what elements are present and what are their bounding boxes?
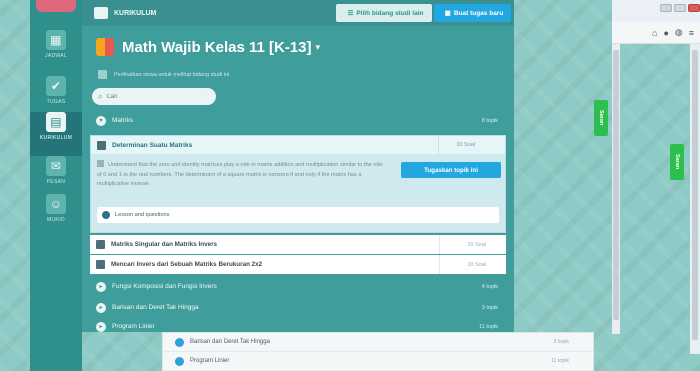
topic-count: 11 topik <box>479 323 498 330</box>
chevron-down-icon[interactable]: ▾ <box>316 42 321 53</box>
topic-label: Fungsi Komposisi dan Fungsi Invers <box>112 283 217 290</box>
document-icon <box>97 140 106 150</box>
scrollbar-thumb[interactable] <box>692 50 698 340</box>
app-logo[interactable] <box>36 0 76 12</box>
show-students-checkbox[interactable] <box>98 70 107 79</box>
subtopic-count: 10 Soal <box>467 261 486 268</box>
course-header: Math Wajib Kelas 11 [K-13] ▾ <box>96 38 320 56</box>
show-students-option: Perlihatkan siswa untuk melihat bidang s… <box>98 70 229 79</box>
top-bar: KURIKULUM ☰ Pilih bidang studi lain ▣ Bu… <box>82 0 514 26</box>
chat-icon: ✉ <box>46 156 66 176</box>
play-icon <box>102 211 110 219</box>
search-box: ⌕ <box>92 88 216 105</box>
sidebar-item-label: JADWAL <box>45 53 67 59</box>
subtopic-header[interactable]: Determinan Suatu Matriks 10 Soal <box>91 136 505 154</box>
menu-icon[interactable]: ≡ <box>689 28 694 38</box>
course-icon <box>96 38 114 56</box>
overlay-item-barisan[interactable]: Barisan dan Deret Tak Hingga 3 topik <box>163 333 593 352</box>
sidebar-item-jadwal[interactable]: ▦ JADWAL <box>30 30 82 74</box>
subtopic-label: Matriks Singular dan Matriks Invers <box>111 241 218 248</box>
sidebar-item-murid[interactable]: ☺ MURID <box>30 194 82 238</box>
chevron-right-icon: ▸ <box>96 321 106 332</box>
feedback-tab-secondary[interactable]: Saran <box>670 144 684 180</box>
chevron-right-icon: ▸ <box>96 281 106 292</box>
chat-bubble-icon[interactable]: ● <box>663 28 668 38</box>
sidebar-item-label: PESAN <box>46 179 66 185</box>
sidebar-item-label: MURID <box>47 217 65 223</box>
choose-subject-label: Pilih bidang studi lain <box>356 9 424 17</box>
lesson-label: Lesson and questions <box>115 212 170 218</box>
topic-item-barisan[interactable]: ▸ Barisan dan Deret Tak Hingga 3 topik <box>90 297 506 318</box>
topic-count: 4 topik <box>481 283 498 290</box>
home-icon[interactable]: ⌂ <box>652 28 657 38</box>
chevron-right-icon: ▸ <box>96 302 106 313</box>
overlay-topic-list: Barisan dan Deret Tak Hingga 3 topik Pro… <box>162 332 594 371</box>
show-students-label: Perlihatkan siswa untuk melihat bidang s… <box>114 71 230 78</box>
subtopic-item-invers-2x2[interactable]: Mencari Invers dari Sebuah Matriks Beruk… <box>90 255 506 274</box>
divider <box>438 136 439 154</box>
search-icon: ⌕ <box>98 91 103 101</box>
choose-subject-button[interactable]: ☰ Pilih bidang studi lain <box>336 4 432 22</box>
checkbox-icon: ✔ <box>46 76 66 96</box>
chevron-down-icon: ▾ <box>96 115 106 126</box>
scrollbar-thumb[interactable] <box>613 50 619 320</box>
chevron-right-icon <box>175 337 184 347</box>
left-sidebar: ▦ JADWAL ✔ TUGAS ▤ KURIKULUM ✉ PESAN ☺ M… <box>30 0 82 371</box>
extension-icon[interactable]: ◍ <box>675 27 683 38</box>
browser-toolbar: ⌂ ● ◍ ≡ <box>612 22 700 44</box>
overlay-label: Barisan dan Deret Tak Hingga <box>190 339 270 345</box>
curriculum-panel: KURIKULUM ☰ Pilih bidang studi lain ▣ Bu… <box>82 0 514 332</box>
calendar-icon: ▦ <box>46 30 66 50</box>
assign-topic-button[interactable]: Tugaskan topik ini <box>401 162 501 178</box>
document-icon <box>96 260 105 269</box>
scrollbar[interactable] <box>612 44 620 334</box>
topic-item-matriks[interactable]: ▾ Matriks 8 topik <box>90 110 506 131</box>
lesson-link[interactable]: Lesson and questions <box>97 207 499 223</box>
search-input[interactable] <box>106 89 207 104</box>
divider <box>439 235 440 254</box>
standard-icon <box>97 160 104 167</box>
subtopic-item-singular[interactable]: Matriks Singular dan Matriks Invers 10 S… <box>90 235 506 254</box>
students-icon: ☺ <box>46 194 66 214</box>
maximize-button[interactable] <box>674 4 686 12</box>
subtopic-title: Determinan Suatu Matriks <box>112 141 193 149</box>
feedback-tab[interactable]: Saran <box>594 100 608 136</box>
overlay-count: 3 topik <box>553 339 569 345</box>
subtopic-count: 10 Soal <box>467 241 486 248</box>
book-icon: ▤ <box>46 112 66 132</box>
new-doc-icon: ▣ <box>444 10 451 17</box>
topic-count: 3 topik <box>481 304 498 311</box>
subtopic-count: 10 Soal <box>456 142 475 148</box>
divider <box>439 255 440 274</box>
topic-item-fungsi[interactable]: ▸ Fungsi Komposisi dan Fungsi Invers 4 t… <box>90 276 506 297</box>
topic-label: Program Linier <box>112 323 155 330</box>
sidebar-item-label: KURIKULUM <box>39 135 73 141</box>
topic-label: Matriks <box>112 117 133 124</box>
curriculum-icon <box>94 7 108 19</box>
sidebar-item-label: TUGAS <box>46 99 66 105</box>
overlay-count: 11 topik <box>550 358 569 364</box>
overlay-label: Program Linier <box>190 358 230 364</box>
topic-label: Barisan dan Deret Tak Hingga <box>112 304 199 311</box>
description-text: Understand that the zero and identity ma… <box>97 162 383 187</box>
list-icon: ☰ <box>347 10 354 17</box>
topic-count: 8 topik <box>481 117 498 124</box>
create-assignment-button[interactable]: ▣ Buat tugas baru <box>434 4 511 22</box>
document-icon <box>96 240 105 249</box>
create-assignment-label: Buat tugas baru <box>453 9 504 17</box>
expanded-subtopic: Determinan Suatu Matriks 10 Soal Underst… <box>90 135 506 233</box>
scrollbar-secondary[interactable] <box>690 44 700 354</box>
chevron-right-icon <box>175 356 184 366</box>
sidebar-item-kurikulum[interactable]: ▤ KURIKULUM <box>30 112 82 156</box>
minimize-button[interactable] <box>660 4 672 12</box>
window-controls <box>660 4 700 14</box>
standard-description: Understand that the zero and identity ma… <box>97 160 387 190</box>
close-button[interactable] <box>688 4 700 12</box>
section-title: KURIKULUM <box>114 9 157 17</box>
overlay-item-program[interactable]: Program Linier 11 topik <box>163 352 593 371</box>
course-title[interactable]: Math Wajib Kelas 11 [K-13] <box>122 39 312 56</box>
subtopic-label: Mencari Invers dari Sebuah Matriks Beruk… <box>111 261 263 268</box>
